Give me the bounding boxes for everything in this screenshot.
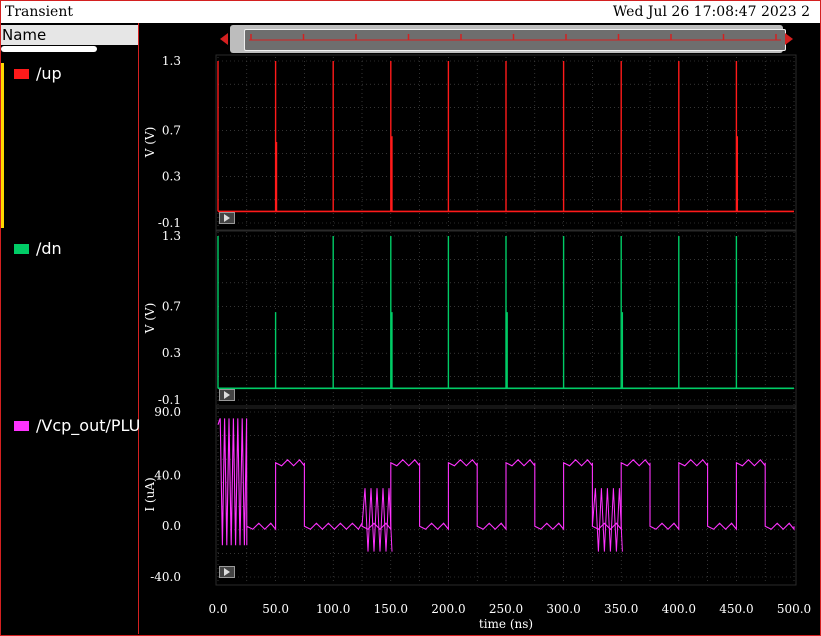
y-tick-label: 0.7 bbox=[162, 299, 181, 313]
x-tick-label: 400.0 bbox=[662, 602, 696, 616]
x-tick-label: 300.0 bbox=[546, 602, 580, 616]
x-tick-label: 200.0 bbox=[431, 602, 465, 616]
y-tick-label: 0.7 bbox=[162, 123, 181, 137]
legend-label-dn: /dn bbox=[36, 239, 62, 258]
y-axis-label: I (uA) bbox=[143, 477, 157, 511]
y-tick-label: 1.3 bbox=[162, 229, 181, 243]
panel-2-play-icon[interactable] bbox=[219, 389, 235, 401]
x-axis-label: time (ns) bbox=[479, 617, 533, 631]
y-tick-label: -0.1 bbox=[158, 216, 181, 230]
y-tick-label: 1.3 bbox=[162, 54, 181, 68]
current-waveform bbox=[217, 418, 795, 546]
y-tick-label: 40.0 bbox=[154, 468, 181, 482]
x-tick-label: 50.0 bbox=[262, 602, 289, 616]
vcp-color-swatch bbox=[14, 421, 29, 431]
name-column-header[interactable]: Name bbox=[1, 25, 138, 45]
y-tick-label: -40.0 bbox=[150, 570, 181, 584]
panel-1-play-icon[interactable] bbox=[219, 212, 235, 224]
up-color-swatch bbox=[14, 69, 29, 79]
y-tick-label: 0.3 bbox=[162, 346, 181, 360]
selection-indicator bbox=[1, 63, 4, 228]
timestamp: Wed Jul 26 17:08:47 2023 2 bbox=[612, 4, 810, 20]
window-title: Transient bbox=[5, 4, 73, 20]
title-bar: Transient Wed Jul 26 17:08:47 2023 2 bbox=[1, 1, 820, 23]
y-tick-label: 0.3 bbox=[162, 170, 181, 184]
x-tick-label: 100.0 bbox=[316, 602, 350, 616]
signal-list-panel: Name /up /dn /Vcp_out/PLU bbox=[1, 23, 141, 634]
y-tick-label: 90.0 bbox=[154, 405, 181, 419]
horizontal-scrollbar[interactable] bbox=[1, 46, 97, 52]
legend-label-vcp-out: /Vcp_out/PLU bbox=[36, 416, 141, 435]
legend-label-up: /up bbox=[36, 64, 62, 83]
x-tick-label: 0.0 bbox=[208, 602, 227, 616]
waveform-chart: 1.30.70.3-0.1V (V)1.30.70.3-0.1V (V)90.0… bbox=[143, 54, 811, 631]
x-tick-label: 450.0 bbox=[719, 602, 753, 616]
x-tick-label: 250.0 bbox=[489, 602, 523, 616]
y-axis-label: V (V) bbox=[143, 303, 157, 335]
current-ringing bbox=[361, 488, 393, 552]
x-tick-label: 150.0 bbox=[374, 602, 408, 616]
x-tick-label: 500.0 bbox=[777, 602, 811, 616]
y-tick-label: 0.0 bbox=[162, 519, 181, 533]
y-axis-label: V (V) bbox=[143, 127, 157, 159]
current-ringing bbox=[591, 488, 623, 552]
dn-color-swatch bbox=[14, 244, 29, 254]
x-tick-label: 350.0 bbox=[604, 602, 638, 616]
panel-3-play-icon[interactable] bbox=[219, 566, 235, 578]
